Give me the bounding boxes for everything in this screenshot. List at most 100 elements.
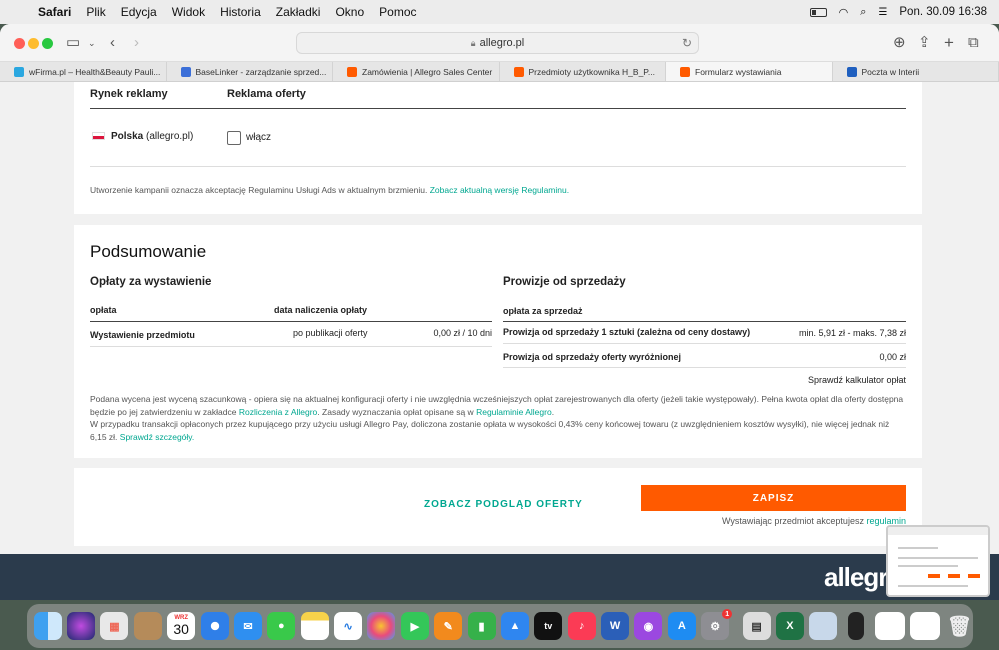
contacts-icon[interactable]	[133, 612, 162, 640]
finder-icon[interactable]	[33, 612, 62, 640]
siri-icon[interactable]	[67, 612, 96, 640]
tab-label: Zamówienia | Allegro Sales Center	[362, 66, 493, 77]
details-link[interactable]: Sprawdź szczegóły.	[120, 432, 194, 442]
tab-baselinker[interactable]: BaseLinker - zarządzanie sprzed...	[167, 62, 333, 81]
safari-icon[interactable]	[200, 612, 229, 640]
preview-offer-button[interactable]: ZOBACZ PODGLĄD OFERTY	[424, 499, 583, 510]
wfirma-icon	[14, 66, 24, 77]
tab-items[interactable]: Przedmioty użytkownika H_B_P...	[500, 62, 666, 81]
screenshot-thumbnail[interactable]	[886, 525, 990, 597]
dock: ▦ WRZ 30 ✉ ● ∿ ▶ ✎ ▮ ▲ tv ♪ W ◉ A ⚙ 1 ▤ X…	[27, 604, 973, 648]
launchpad-icon[interactable]: ▦	[100, 612, 129, 640]
notes-icon[interactable]	[300, 612, 329, 640]
mail-icon	[846, 66, 857, 77]
messages-icon[interactable]: ●	[267, 612, 296, 640]
menu-help[interactable]: Pomoc	[379, 5, 416, 19]
calendar-day: 30	[173, 621, 189, 637]
facetime-icon[interactable]: ▶	[400, 612, 429, 640]
ads-terms-link[interactable]: Zobacz aktualną wersję Regulaminu.	[430, 185, 569, 195]
menu-view[interactable]: Widok	[172, 5, 205, 19]
tab-orders[interactable]: Zamówienia | Allegro Sales Center	[333, 62, 500, 81]
zoom-window-button[interactable]	[42, 38, 53, 49]
tab-interia-mail[interactable]: Poczta w Interii	[833, 62, 999, 81]
keynote-icon[interactable]: ▲	[500, 612, 529, 640]
pages-icon[interactable]: ✎	[434, 612, 463, 640]
fee-calculator-link[interactable]: Sprawdź kalkulator opłat	[808, 375, 906, 385]
allegro-icon	[680, 66, 690, 77]
tab-label: Przedmioty użytkownika H_B_P...	[528, 66, 655, 77]
commission-row-amount: 0,00 zł	[879, 352, 906, 362]
menu-file[interactable]: Plik	[86, 5, 105, 19]
enable-ad-label[interactable]: włącz	[246, 132, 271, 143]
photos-icon[interactable]	[367, 612, 396, 640]
tab-label: wFirma.pl – Health&Beauty Pauli...	[29, 66, 161, 77]
menu-bookmarks[interactable]: Zakładki	[276, 5, 321, 19]
new-tab-icon[interactable]: +	[944, 33, 954, 53]
market-row: Polska (allegro.pl)	[92, 131, 193, 142]
col-market-header: Rynek reklamy	[90, 88, 168, 100]
allegro-icon	[513, 66, 524, 77]
minimized-window-icon[interactable]	[910, 612, 941, 640]
menu-edit[interactable]: Edycja	[121, 5, 157, 19]
mail-icon[interactable]: ✉	[233, 612, 262, 640]
word-icon[interactable]: W	[601, 612, 630, 640]
tab-overview-icon[interactable]: ⧉	[968, 33, 979, 53]
fee-row-date: po publikacji oferty	[293, 328, 368, 338]
commission-title: Prowizje od sprzedaży	[503, 276, 626, 288]
trash-icon[interactable]: 🗑︎	[945, 612, 973, 640]
app-store-icon[interactable]: A	[667, 612, 696, 640]
accept-terms-text: Wystawiając przedmiot akceptujesz regula…	[722, 516, 906, 526]
tab-wfirma[interactable]: wFirma.pl – Health&Beauty Pauli...	[0, 62, 167, 81]
fees-title: Opłaty za wystawienie	[90, 276, 212, 288]
fees-col-date: data naliczenia opłaty	[274, 305, 368, 315]
menu-safari[interactable]: Safari	[38, 5, 71, 19]
battery-icon[interactable]	[809, 7, 827, 17]
podcasts-icon[interactable]: ◉	[634, 612, 663, 640]
billing-link[interactable]: Rozliczenia z Allegro	[239, 407, 317, 417]
market-domain: (allegro.pl)	[146, 131, 194, 142]
clock[interactable]: Pon. 30.09 16:38	[899, 6, 987, 18]
chevron-down-icon[interactable]: ⌄	[88, 33, 96, 53]
minimized-window-icon[interactable]	[874, 612, 905, 640]
calendar-icon[interactable]: WRZ 30	[167, 612, 196, 640]
system-settings-icon[interactable]: ⚙ 1	[701, 609, 733, 640]
address-bar[interactable]: 🔒︎ allegro.pl ↻	[296, 32, 699, 54]
terms-link[interactable]: Regulaminie Allegro	[476, 407, 552, 417]
iphone-mirroring-icon[interactable]	[848, 612, 864, 640]
search-icon[interactable]: ⌕	[860, 6, 866, 19]
tab-label: BaseLinker - zarządzanie sprzed...	[195, 66, 327, 77]
save-button[interactable]: ZAPISZ	[641, 485, 906, 511]
menu-history[interactable]: Historia	[220, 5, 261, 19]
allegro-pay-note: W przypadku transakcji opłaconych przez …	[90, 419, 890, 442]
apple-tv-icon[interactable]: tv	[534, 612, 563, 640]
reload-icon[interactable]: ↻	[682, 36, 692, 50]
summary-title: Podsumowanie	[90, 242, 207, 261]
actions-section: ZOBACZ PODGLĄD OFERTY ZAPISZ Wystawiając…	[74, 468, 922, 546]
control-center-icon[interactable]: ☰	[878, 7, 887, 18]
download-icon[interactable]: ⊕	[893, 33, 906, 53]
finder-window-icon[interactable]	[809, 612, 838, 640]
settings-badge: 1	[722, 609, 733, 619]
enable-ad-checkbox[interactable]	[227, 131, 241, 145]
minimize-window-button[interactable]	[28, 38, 39, 49]
summary-section: Podsumowanie Opłaty za wystawienie opłat…	[74, 225, 922, 458]
forward-icon[interactable]: ›	[134, 33, 139, 53]
wifi-icon[interactable]: ◠	[839, 6, 849, 19]
browser-window: ▭ ⌄ ‹ › 🔒︎ allegro.pl ↻ ⊕ ⇪ + ⧉ wFirma.p…	[0, 24, 999, 554]
music-icon[interactable]: ♪	[567, 612, 596, 640]
commission-row-name: Prowizja od sprzedaży oferty wyróżnionej	[503, 352, 682, 362]
tab-label: Poczta w Interii	[861, 66, 920, 77]
commission-row-amount: min. 5,91 zł - maks. 7,38 zł	[798, 328, 906, 338]
tab-listing-form[interactable]: Formularz wystawiania	[666, 62, 833, 81]
excel-icon[interactable]: X	[775, 612, 804, 640]
back-icon[interactable]: ‹	[110, 33, 115, 53]
tab-label: Formularz wystawiania	[695, 66, 782, 77]
close-window-button[interactable]	[14, 38, 25, 49]
freeform-icon[interactable]: ∿	[334, 612, 363, 640]
share-icon[interactable]: ⇪	[918, 33, 931, 53]
preview-icon[interactable]: ▤	[742, 612, 771, 640]
numbers-icon[interactable]: ▮	[467, 612, 496, 640]
sidebar-toggle-icon[interactable]: ▭	[66, 33, 80, 53]
menu-window[interactable]: Okno	[335, 5, 364, 19]
fee-row-name: Wystawienie przedmiotu	[90, 330, 195, 340]
